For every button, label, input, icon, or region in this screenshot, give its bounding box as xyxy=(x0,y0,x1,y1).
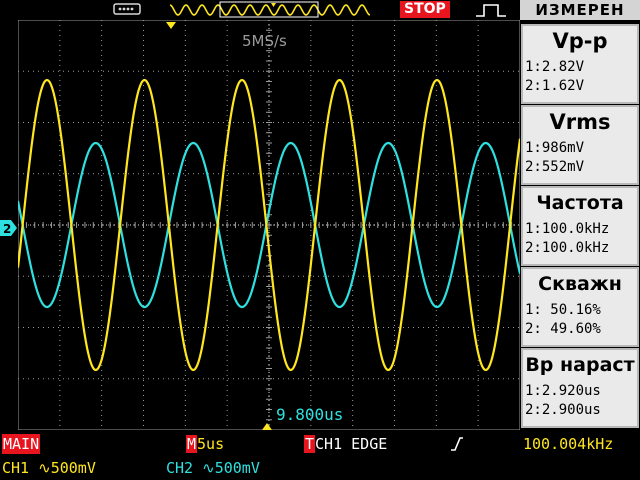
measure-rise-time-button[interactable]: Вр нараст 1:2.920us 2:2.900us xyxy=(521,348,639,428)
measure-name: Скважн xyxy=(538,273,622,295)
waveform-memory-icon xyxy=(170,1,370,18)
measure-name: Вр нараст xyxy=(525,354,635,376)
ch2-ground-marker[interactable]: 2 xyxy=(0,219,18,237)
ch1-value: 1:986mV xyxy=(525,140,585,156)
ch1-value: 1:2.920us xyxy=(525,383,601,399)
trigger-position-marker-top xyxy=(166,22,176,29)
measure-name: Vrms xyxy=(549,110,611,134)
trigger-frequency: 100.004kHz xyxy=(523,435,614,453)
trigger-position-marker-bottom xyxy=(262,423,272,430)
ch2-value: 2:100.0kHz xyxy=(525,240,610,256)
run-stop-status[interactable]: STOP xyxy=(400,1,450,18)
timebase-tag: M xyxy=(186,435,198,453)
menu-title: ИЗМЕРЕН xyxy=(520,0,640,20)
measure-name: Частота xyxy=(536,192,624,214)
ch2-marker-label: 2 xyxy=(3,222,11,236)
ch2-scale[interactable]: CH2 ∿500mV xyxy=(166,458,260,478)
waveform-display: 5MS/s 9.800us xyxy=(18,20,520,430)
ch2-value: 2:552mV xyxy=(525,159,585,175)
ch1-value: 1:2.82V xyxy=(525,59,585,75)
rising-edge-icon xyxy=(451,437,463,451)
measure-vrms-button[interactable]: Vrms 1:986mV 2:552mV xyxy=(521,105,639,185)
ch2-value: 2:2.900us xyxy=(525,402,601,418)
measure-frequency-button[interactable]: Частота 1:100.0kHz 2:100.0kHz xyxy=(521,186,639,266)
ch1-value: 1: 50.16% xyxy=(525,302,601,318)
measure-name: Vp-p xyxy=(552,29,608,53)
status-line-main: MAIN M5us TCH1 EDGE 100.004kHz xyxy=(0,432,640,456)
measure-menu: ИЗМЕРЕН Vp-p 1:2.82V 2:1.62V Vrms 1:986m… xyxy=(520,0,640,432)
cursor-readout: 9.800us xyxy=(276,405,343,424)
status-line-channels: CH1 ∿500mV CH2 ∿500mV xyxy=(0,456,640,480)
timebase-readout[interactable]: M5us xyxy=(186,434,224,454)
ch1-scale[interactable]: CH1 ∿500mV xyxy=(2,458,96,478)
timebase-mode[interactable]: MAIN xyxy=(2,434,41,454)
measure-duty-button[interactable]: Скважн 1: 50.16% 2: 49.60% xyxy=(521,267,639,347)
ch1-value: 1:100.0kHz xyxy=(525,221,610,237)
trigger-readout[interactable]: TCH1 EDGE xyxy=(304,434,387,454)
ch2-value: 2:1.62V xyxy=(525,78,585,94)
trigger-source: CH1 EDGE xyxy=(315,435,388,453)
measure-vpp-button[interactable]: Vp-p 1:2.82V 2:1.62V xyxy=(521,24,639,104)
trigger-tag: T xyxy=(304,435,316,453)
sample-rate-label: 5MS/s xyxy=(242,32,287,50)
trigger-pulse-icon xyxy=(476,4,506,17)
usb-icon xyxy=(113,3,141,15)
timebase-value: 5us xyxy=(197,435,225,453)
ch2-value: 2: 49.60% xyxy=(525,321,601,337)
